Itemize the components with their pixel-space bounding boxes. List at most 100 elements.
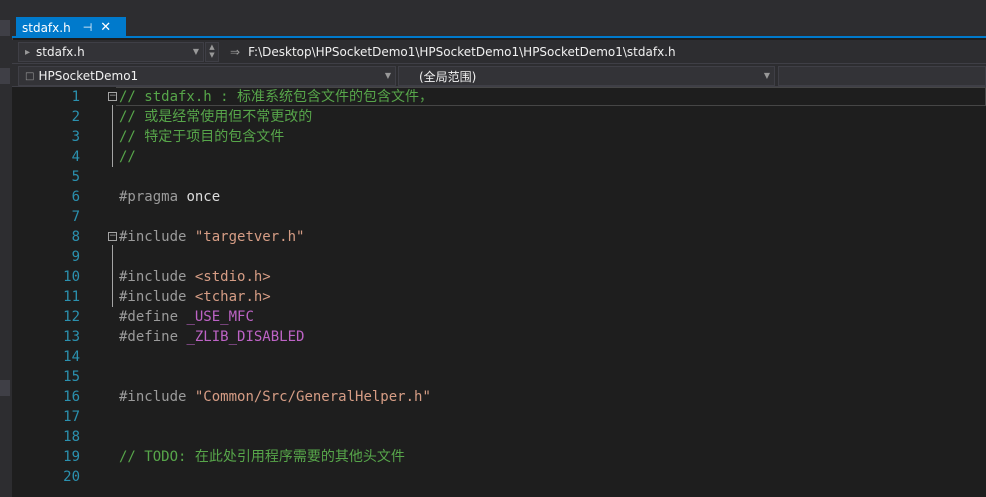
- line-number: 9: [71, 249, 80, 265]
- code-token: //: [119, 149, 136, 165]
- line-number: 19: [63, 449, 80, 465]
- document-tab-strip: stdafx.h ⊣ ✕: [12, 0, 986, 38]
- tab-stdafx-h[interactable]: stdafx.h ⊣ ✕: [16, 17, 126, 38]
- code-text: // TODO: 在此处引用程序需要的其他头文件: [119, 447, 405, 467]
- line-number: 4: [71, 149, 80, 165]
- file-icon: ▸: [25, 46, 31, 58]
- code-token: #include: [119, 229, 187, 245]
- code-text: // 或是经常使用但不常更改的: [119, 107, 312, 127]
- code-text: #include "Common/Src/GeneralHelper.h": [119, 387, 431, 407]
- line-number: 8: [71, 229, 80, 245]
- line-number: 20: [63, 469, 80, 485]
- code-token: <tchar.h>: [194, 289, 271, 305]
- code-line[interactable]: 4 //: [12, 147, 986, 167]
- code-text: // stdafx.h : 标准系统包含文件的包含文件，: [119, 87, 433, 107]
- line-number: 17: [63, 409, 80, 425]
- collapse-icon[interactable]: −: [108, 232, 117, 241]
- code-line[interactable]: 19 // TODO: 在此处引用程序需要的其他头文件: [12, 447, 986, 467]
- collapse-icon[interactable]: −: [108, 92, 117, 101]
- code-line[interactable]: 16 #include "Common/Src/GeneralHelper.h": [12, 387, 986, 407]
- code-line[interactable]: 20: [12, 467, 986, 487]
- code-token: #include: [119, 389, 187, 405]
- chevron-down-icon: ▼: [192, 47, 199, 56]
- code-line[interactable]: 5: [12, 167, 986, 187]
- code-line[interactable]: 13 #define _ZLIB_DISABLED: [12, 327, 986, 347]
- code-line[interactable]: 14: [12, 347, 986, 367]
- file-path-value: F:\Desktop\HPSocketDemo1\HPSocketDemo1\H…: [248, 45, 676, 59]
- code-token: // stdafx.h : 标准系统包含文件的包含文件，: [119, 89, 434, 105]
- code-line[interactable]: 12 #define _USE_MFC: [12, 307, 986, 327]
- project-icon: □: [25, 70, 35, 82]
- line-number: 18: [63, 429, 80, 445]
- file-combo-value: stdafx.h: [36, 45, 85, 59]
- line-number: 12: [63, 309, 80, 325]
- tool-strip-marker: [0, 20, 10, 36]
- tool-strip-marker: [0, 68, 10, 84]
- line-number: 5: [71, 169, 80, 185]
- code-text: // 特定于项目的包含文件: [119, 127, 284, 147]
- code-token: "targetver.h": [194, 229, 305, 245]
- code-token: #include: [119, 289, 187, 305]
- scope-navigation-bar: □ HPSocketDemo1 ▼ (全局范围) ▼: [12, 64, 986, 87]
- scope-combo-value: (全局范围): [419, 69, 477, 84]
- code-text: #include <stdio.h>: [119, 267, 271, 287]
- chevron-down-icon: ▼: [763, 71, 770, 80]
- code-line[interactable]: 10 #include <stdio.h>: [12, 267, 986, 287]
- file-path-field[interactable]: ⇒ F:\Desktop\HPSocketDemo1\HPSocketDemo1…: [224, 42, 986, 62]
- line-number: 14: [63, 349, 80, 365]
- line-number: 16: [63, 389, 80, 405]
- line-number: 13: [63, 329, 80, 345]
- line-number: 10: [63, 269, 80, 285]
- code-line[interactable]: 15: [12, 367, 986, 387]
- code-text: //: [119, 147, 136, 167]
- line-number: 6: [71, 189, 80, 205]
- code-text: #include "targetver.h": [119, 227, 304, 247]
- code-text: #define _ZLIB_DISABLED: [119, 327, 304, 347]
- line-number: 1: [71, 89, 80, 105]
- code-line[interactable]: 17: [12, 407, 986, 427]
- code-line[interactable]: 1 −// stdafx.h : 标准系统包含文件的包含文件，: [12, 87, 986, 107]
- project-combo-value: HPSocketDemo1: [38, 69, 139, 83]
- code-token: #define: [119, 309, 179, 325]
- code-token: // TODO: 在此处引用程序需要的其他头文件: [119, 449, 405, 465]
- file-combo-spinner[interactable]: ▲ ▼: [205, 42, 219, 62]
- tab-title: stdafx.h: [22, 20, 71, 35]
- code-line[interactable]: 7: [12, 207, 986, 227]
- scope-combo[interactable]: (全局范围) ▼: [398, 66, 775, 86]
- path-arrow-icon: ⇒: [230, 45, 241, 59]
- file-combo[interactable]: ▸ stdafx.h ▼: [18, 42, 204, 62]
- chevron-down-icon: ▼: [384, 71, 391, 80]
- code-line[interactable]: 3 // 特定于项目的包含文件: [12, 127, 986, 147]
- code-token: once: [178, 189, 221, 205]
- code-token: _ZLIB_DISABLED: [186, 329, 305, 345]
- line-number: 7: [71, 209, 80, 225]
- file-navigation-bar: ▸ stdafx.h ▼ ▲ ▼ ⇒ F:\Desktop\HPSocketDem…: [12, 40, 986, 64]
- code-line[interactable]: 11 #include <tchar.h>: [12, 287, 986, 307]
- pin-icon[interactable]: ⊣: [83, 21, 93, 34]
- code-text: #include <tchar.h>: [119, 287, 271, 307]
- code-token: #include: [119, 269, 187, 285]
- code-editor[interactable]: 1−// stdafx.h : 标准系统包含文件的包含文件， 2// 或是经常使用…: [12, 87, 986, 497]
- code-line[interactable]: 18: [12, 427, 986, 447]
- code-token: <stdio.h>: [194, 269, 271, 285]
- line-number: 11: [63, 289, 80, 305]
- member-combo[interactable]: [778, 66, 986, 86]
- line-number: 15: [63, 369, 80, 385]
- line-number: 2: [71, 109, 80, 125]
- close-icon[interactable]: ✕: [100, 20, 111, 35]
- code-text: #pragma once: [119, 187, 220, 207]
- code-line[interactable]: 9: [12, 247, 986, 267]
- code-line[interactable]: 2 // 或是经常使用但不常更改的: [12, 107, 986, 127]
- code-token: #define: [119, 329, 179, 345]
- code-line[interactable]: 6 #pragma once: [12, 187, 986, 207]
- code-text: #define _USE_MFC: [119, 307, 254, 327]
- project-combo[interactable]: □ HPSocketDemo1 ▼: [18, 66, 396, 86]
- tool-strip-marker: [0, 380, 10, 396]
- code-line[interactable]: 8 − #include "targetver.h": [12, 227, 986, 247]
- line-number: 3: [71, 129, 80, 145]
- code-token: #pragma: [119, 189, 179, 205]
